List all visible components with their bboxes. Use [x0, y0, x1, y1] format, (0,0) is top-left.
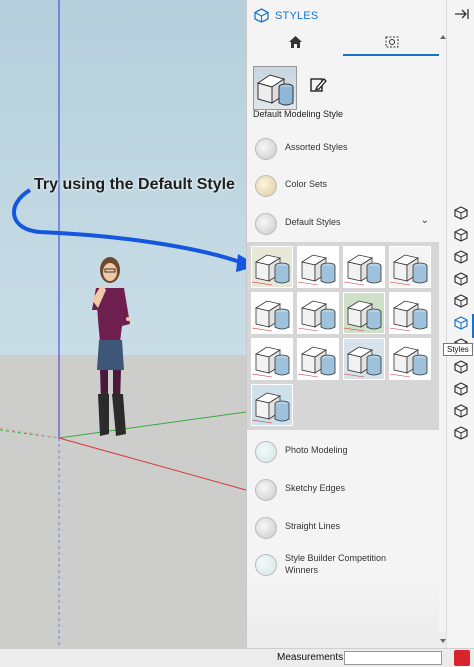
collection-item[interactable]: Sketchy Edges: [247, 471, 437, 507]
collection-label: Assorted Styles: [285, 142, 348, 152]
style-thumbnail[interactable]: [251, 246, 293, 288]
current-style-name: Default Modeling Style: [253, 109, 344, 119]
styles-icon[interactable]: [454, 316, 468, 330]
default-styles-grid: [247, 242, 439, 430]
styles-icon: [254, 8, 269, 23]
styles-panel: STYLES Default Modeling Style Assorted S…: [246, 0, 447, 648]
collection-item[interactable]: Default Styles ⌄: [247, 205, 437, 241]
measurements-input[interactable]: [344, 651, 442, 665]
collection-item[interactable]: Straight Lines: [247, 509, 437, 545]
style-thumbnail[interactable]: [251, 338, 293, 380]
tab-browse[interactable]: [343, 32, 439, 56]
collection-label: Straight Lines: [285, 521, 341, 531]
collection-thumbnail: [255, 138, 277, 160]
panel-title: STYLES: [275, 10, 319, 22]
collection-item[interactable]: Assorted Styles: [247, 130, 437, 166]
person-figure: [92, 257, 130, 436]
outliner-icon[interactable]: [454, 228, 468, 242]
collection-thumbnail: [255, 175, 277, 197]
collection-label: Color Sets: [285, 179, 328, 189]
current-style-thumbnail[interactable]: [253, 66, 297, 110]
tab-home[interactable]: [247, 32, 343, 54]
instructor-icon[interactable]: [454, 250, 468, 264]
components-icon[interactable]: [454, 272, 468, 286]
entity-info-icon[interactable]: [454, 206, 468, 220]
default-tray: [446, 0, 474, 648]
current-style: [253, 66, 327, 110]
collection-label: Default Styles: [285, 217, 341, 227]
edit-icon[interactable]: [309, 76, 327, 94]
style-thumbnail[interactable]: [343, 246, 385, 288]
collection-thumbnail: [255, 479, 277, 501]
shadows-icon[interactable]: [454, 360, 468, 374]
collapse-tray-icon[interactable]: [455, 8, 469, 20]
style-thumbnail[interactable]: [297, 292, 339, 334]
style-thumbnail[interactable]: [389, 292, 431, 334]
style-thumbnail[interactable]: [343, 292, 385, 334]
collection-thumbnail: [255, 213, 277, 235]
panel-header: STYLES: [247, 0, 447, 32]
collection-item[interactable]: Photo Modeling: [247, 433, 437, 469]
collection-thumbnail: [255, 554, 277, 576]
style-thumbnail[interactable]: [389, 338, 431, 380]
collection-label: Style Builder Competition Winners: [285, 553, 387, 575]
fog-icon[interactable]: [454, 382, 468, 396]
style-thumbnail[interactable]: [251, 292, 293, 334]
chevron-down-icon[interactable]: ⌄: [421, 215, 429, 226]
collection-thumbnail: [255, 517, 277, 539]
style-thumbnail[interactable]: [251, 384, 293, 426]
style-thumbnail[interactable]: [389, 246, 431, 288]
materials-icon[interactable]: [454, 294, 468, 308]
style-thumbnail[interactable]: [297, 246, 339, 288]
style-preview-image: [256, 74, 294, 106]
collection-label: Photo Modeling: [285, 445, 348, 455]
soften-edges-icon[interactable]: [454, 426, 468, 440]
status-bar: Measurements: [0, 648, 474, 667]
panel-empty-space: [247, 580, 447, 648]
tooltip: Styles: [443, 343, 473, 356]
model-viewport[interactable]: Try using the Default Style: [0, 0, 246, 648]
style-thumbnail[interactable]: [297, 338, 339, 380]
measurements-label: Measurements: [277, 652, 344, 663]
home-icon: [289, 36, 302, 48]
select-icon: [385, 36, 399, 48]
collection-label: Sketchy Edges: [285, 483, 346, 493]
callout-text: Try using the Default Style: [34, 176, 235, 193]
style-thumbnail[interactable]: [343, 338, 385, 380]
collection-thumbnail: [255, 441, 277, 463]
match-photo-icon[interactable]: [454, 404, 468, 418]
panel-tabs: [247, 32, 447, 56]
sketchup-logo-icon: [454, 650, 470, 666]
collection-item[interactable]: Color Sets: [247, 167, 437, 203]
collection-item[interactable]: Style Builder Competition Winners: [247, 546, 437, 582]
